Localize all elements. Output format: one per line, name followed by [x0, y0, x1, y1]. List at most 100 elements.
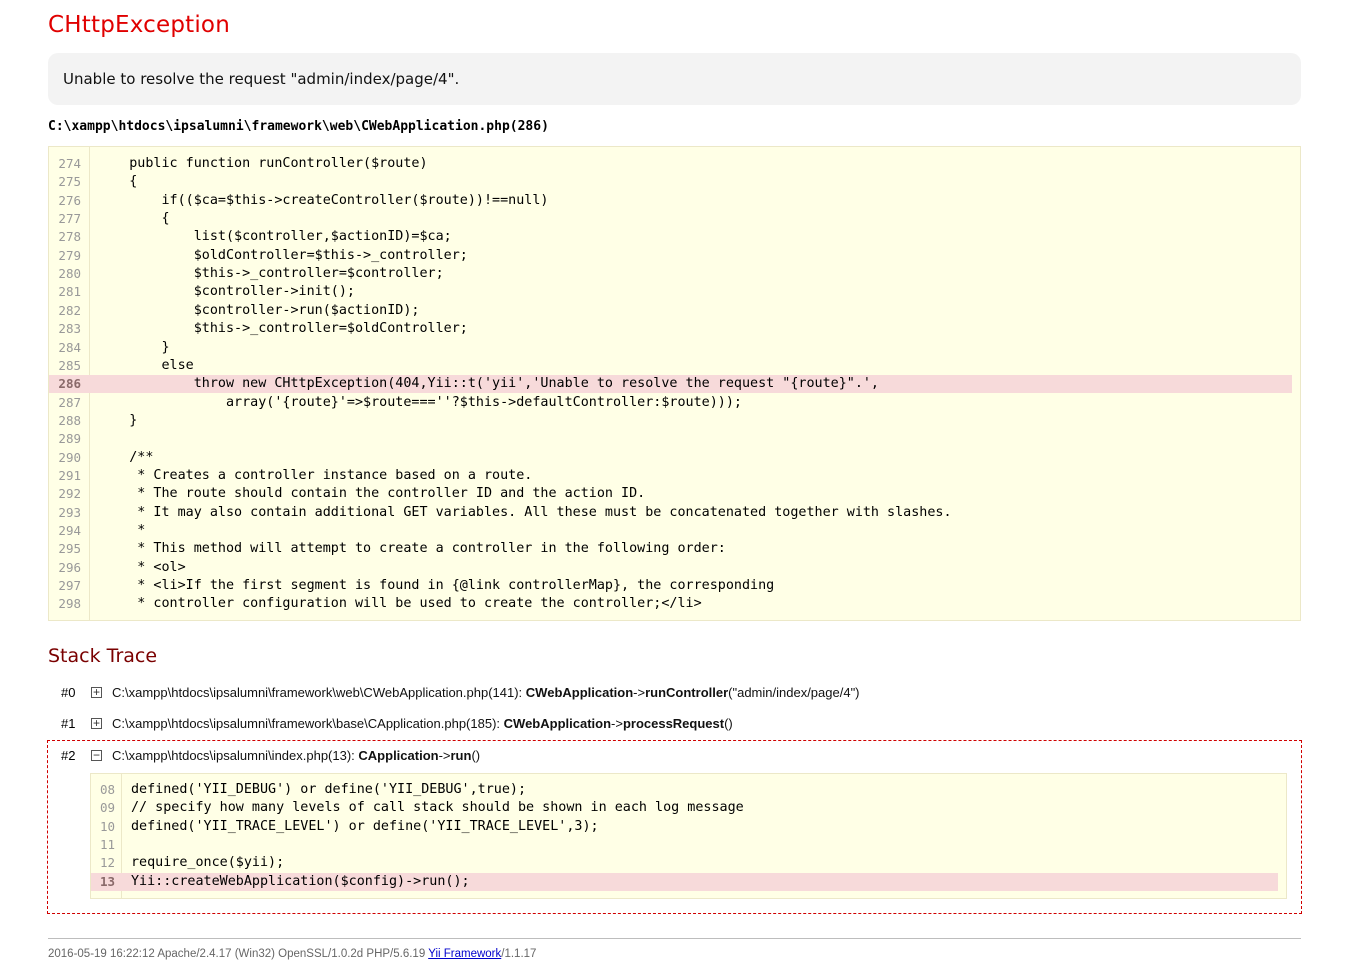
code-text: list($controller,$actionID)=$ca;	[97, 229, 452, 245]
code-line: 280 $this->_controller=$controller;	[49, 265, 1292, 283]
code-text: * Creates a controller instance based on…	[97, 467, 533, 483]
line-number: 284	[58, 339, 81, 355]
line-number: 291	[58, 467, 81, 483]
yii-framework-link[interactable]: Yii Framework	[428, 948, 501, 960]
code-text: $this->_controller=$oldController;	[97, 321, 468, 337]
line-number: 286	[58, 376, 81, 392]
line-number: 278	[58, 229, 81, 245]
code-text: defined('YII_DEBUG') or define('YII_DEBU…	[131, 782, 527, 797]
code-line: 283 $this->_controller=$oldController;	[49, 320, 1292, 338]
trace-code-block: 08 defined('YII_DEBUG') or define('YII_DE…	[90, 773, 1287, 899]
code-text: array('{route}'=>$route===''?$this->defa…	[97, 394, 742, 410]
code-line: 290 /**	[49, 449, 1292, 467]
error-message: Unable to resolve the request "admin/ind…	[48, 53, 1301, 105]
trace-call: C:\xampp\htdocs\ipsalumni\framework\web\…	[112, 685, 860, 700]
code-line: 287 array('{route}'=>$route===''?$this->…	[49, 394, 1292, 412]
highlighted-code-line: 286 throw new CHttpException(404,Yii::t(…	[49, 375, 1292, 394]
trace-item-2[interactable]: #2 − C:\xampp\htdocs\ipsalumni\index.php…	[48, 745, 1301, 767]
code-line: 294 *	[49, 522, 1292, 540]
code-line: 295 * This method will attempt to create…	[49, 540, 1292, 558]
code-text: * controller configuration will be used …	[97, 596, 702, 612]
code-text: * The route should contain the controlle…	[97, 486, 646, 502]
code-line: 276 if(($ca=$this->createController($rou…	[49, 192, 1292, 210]
expand-toggle-icon[interactable]: +	[91, 716, 102, 730]
code-text: *	[97, 523, 146, 538]
line-number: 290	[58, 449, 81, 465]
line-number: 11	[99, 836, 115, 852]
code-text: }	[97, 339, 170, 355]
line-number: 294	[58, 523, 81, 538]
line-number: 10	[99, 818, 115, 834]
exception-title: CHttpException	[48, 12, 230, 38]
code-text: $controller->run($actionID);	[97, 302, 420, 318]
code-line: 08 defined('YII_DEBUG') or define('YII_DE…	[91, 781, 1278, 799]
line-number: 293	[58, 504, 81, 520]
code-line: 292 * The route should contain the contr…	[49, 485, 1292, 503]
trace-number: #2	[61, 748, 76, 763]
stack-trace-title: Stack Trace	[48, 645, 158, 667]
code-line: 275 {	[49, 173, 1292, 191]
code-text: $this->_controller=$controller;	[97, 266, 444, 282]
line-number: 09	[99, 800, 115, 816]
trace-number: #0	[61, 685, 76, 700]
line-number: 282	[58, 302, 81, 318]
code-text: public function runController($route)	[97, 156, 428, 171]
code-text: * It may also contain additional GET var…	[97, 504, 952, 520]
line-number: 281	[58, 284, 81, 300]
code-line: 12 require_once($yii);	[91, 854, 1278, 872]
footer-divider	[48, 938, 1301, 939]
code-line: 293 * It may also contain additional GET…	[49, 504, 1292, 522]
code-line: 279 $oldController=$this->_controller;	[49, 247, 1292, 265]
code-line: 11	[91, 836, 1278, 854]
server-info: 2016-05-19 16:22:12 Apache/2.4.17 (Win32…	[48, 948, 429, 960]
code-text: }	[97, 412, 138, 428]
code-text: * <ol>	[97, 559, 186, 575]
trace-call: C:\xampp\htdocs\ipsalumni\framework\base…	[112, 716, 733, 731]
line-number: 276	[58, 192, 81, 208]
code-text: * This method will attempt to create a c…	[97, 541, 726, 557]
code-line: 296 * <ol>	[49, 559, 1292, 577]
trace-call: C:\xampp\htdocs\ipsalumni\index.php(13):…	[112, 748, 481, 763]
line-number: 277	[58, 211, 81, 227]
line-number: 289	[58, 431, 81, 447]
code-line: 288 }	[49, 412, 1292, 430]
code-text: else	[97, 357, 194, 373]
footer: 2016-05-19 16:22:12 Apache/2.4.17 (Win32…	[48, 948, 536, 960]
line-number: 274	[58, 156, 81, 171]
line-number: 13	[99, 873, 115, 889]
code-line: 278 list($controller,$actionID)=$ca;	[49, 228, 1292, 246]
code-line: 289	[49, 430, 1292, 448]
code-text: {	[97, 211, 170, 227]
trace-item-0[interactable]: #0 + C:\xampp\htdocs\ipsalumni\framework…	[48, 682, 1301, 704]
code-text: {	[97, 174, 138, 190]
line-number: 295	[58, 541, 81, 557]
code-line: 09 // specify how many levels of call sta…	[91, 799, 1278, 817]
code-line: 10 defined('YII_TRACE_LEVEL') or define('…	[91, 818, 1278, 836]
code-text: defined('YII_TRACE_LEVEL') or define('YI…	[131, 818, 599, 834]
line-number: 288	[58, 412, 81, 428]
code-line: 291 * Creates a controller instance base…	[49, 467, 1292, 485]
code-text: $oldController=$this->_controller;	[97, 247, 468, 263]
line-number: 275	[58, 174, 81, 190]
trace-item-1[interactable]: #1 + C:\xampp\htdocs\ipsalumni\framework…	[48, 713, 1301, 735]
highlighted-code-line: 13 Yii::createWebApplication($config)->ru…	[91, 872, 1278, 891]
line-number: 283	[58, 321, 81, 337]
code-text: * <li>If the first segment is found in {…	[97, 578, 775, 594]
code-line: 298 * controller configuration will be u…	[49, 595, 1292, 613]
code-text: /**	[97, 449, 154, 465]
code-text: if(($ca=$this->createController($route))…	[97, 192, 549, 208]
collapse-toggle-icon[interactable]: −	[91, 748, 102, 762]
code-line: 274 public function runController($route…	[49, 155, 1292, 173]
code-text: require_once($yii);	[131, 855, 285, 871]
line-number: 297	[58, 578, 81, 594]
expand-toggle-icon[interactable]: +	[91, 685, 102, 699]
code-line: 282 $controller->run($actionID);	[49, 302, 1292, 320]
source-code-block: 274 public function runController($route…	[48, 146, 1301, 621]
code-line: 285 else	[49, 357, 1292, 375]
line-number: 287	[58, 394, 81, 410]
code-text: Yii::createWebApplication($config)->run(…	[131, 873, 470, 889]
line-number: 292	[58, 486, 81, 502]
line-number: 280	[58, 266, 81, 282]
line-number: 298	[58, 596, 81, 612]
line-number: 296	[58, 559, 81, 575]
